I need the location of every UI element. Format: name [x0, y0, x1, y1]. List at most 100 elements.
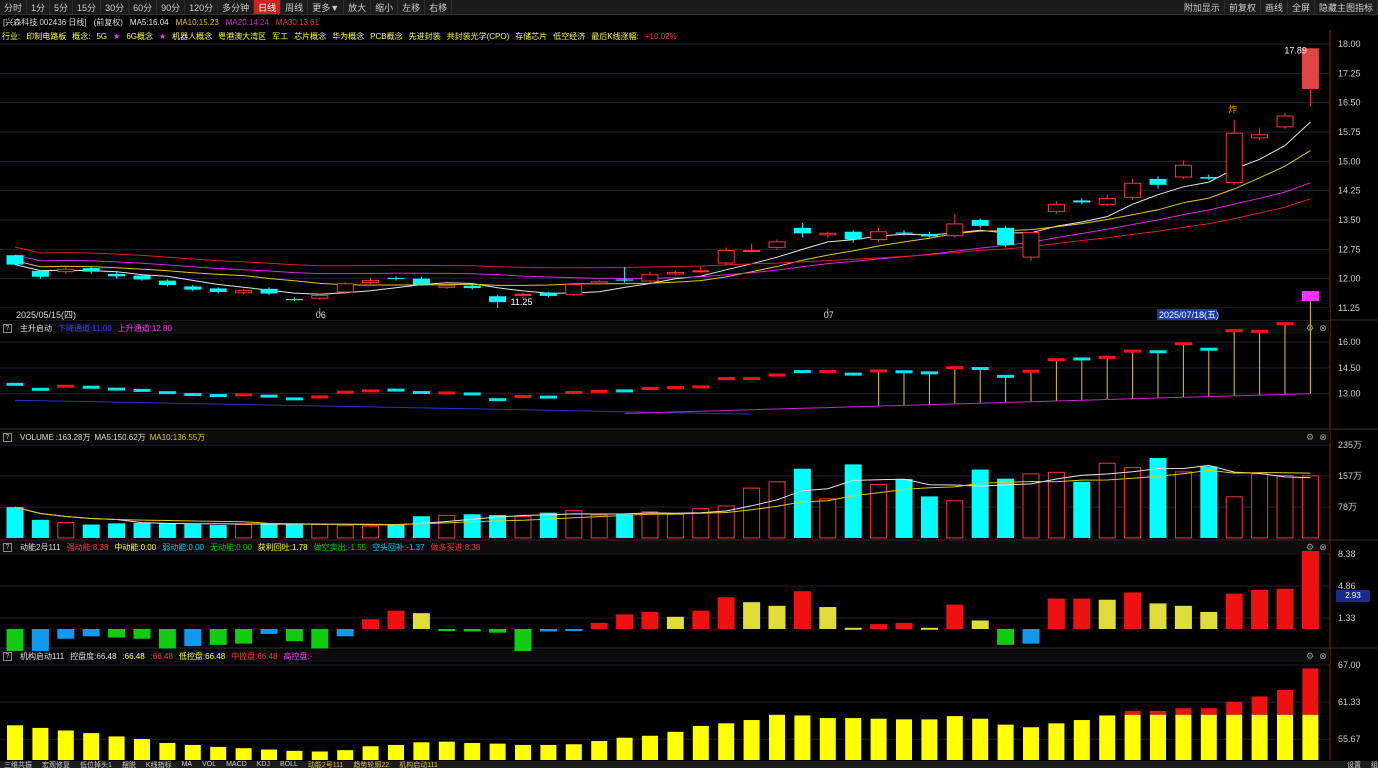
- jigou-bar[interactable]: [388, 744, 404, 760]
- jigou-high-bar[interactable]: [1302, 668, 1319, 715]
- dongneng-bar[interactable]: [311, 629, 329, 649]
- indicator-tab[interactable]: KDJ: [257, 761, 270, 768]
- dongneng-bar[interactable]: [666, 616, 684, 629]
- dongneng-bar[interactable]: [946, 604, 964, 629]
- jigou-bar[interactable]: [769, 714, 785, 760]
- candlestick[interactable]: [844, 230, 862, 243]
- dongneng-bar[interactable]: [793, 591, 811, 629]
- dongneng-bar[interactable]: [920, 627, 938, 630]
- volume-bar[interactable]: [743, 487, 761, 539]
- volume-bar[interactable]: [920, 496, 938, 538]
- candlestick[interactable]: [1124, 178, 1142, 200]
- candlestick[interactable]: [412, 276, 430, 286]
- indicator-tab[interactable]: BOLL: [280, 761, 298, 768]
- close-icon[interactable]: ⊗: [1318, 542, 1328, 552]
- indicator-tab[interactable]: 宏观修复: [42, 761, 70, 768]
- dongneng-bar[interactable]: [616, 614, 634, 629]
- candlestick[interactable]: [1073, 198, 1091, 205]
- volume-bar[interactable]: [184, 524, 202, 538]
- candlestick[interactable]: [1098, 194, 1116, 207]
- dongneng-bar[interactable]: [412, 613, 430, 629]
- volume-bar[interactable]: [539, 512, 557, 538]
- dongneng-bar[interactable]: [590, 622, 608, 629]
- dongneng-bar[interactable]: [717, 597, 735, 629]
- indicator-tab[interactable]: 低位掉头1: [80, 761, 112, 768]
- jigou-bar[interactable]: [337, 750, 354, 760]
- volume-bar[interactable]: [1251, 473, 1269, 539]
- jigou-bar[interactable]: [997, 724, 1014, 760]
- zhusheng-bar[interactable]: [1047, 358, 1065, 362]
- zhusheng-bar[interactable]: [1149, 350, 1167, 354]
- dongneng-bar[interactable]: [133, 629, 151, 639]
- close-icon[interactable]: ⊗: [1318, 432, 1328, 442]
- dongneng-bar[interactable]: [997, 629, 1015, 645]
- dongneng-bar[interactable]: [1200, 611, 1218, 629]
- volume-bar[interactable]: [844, 464, 862, 538]
- dongneng-bar[interactable]: [57, 629, 75, 639]
- jigou-high-bar[interactable]: [1200, 708, 1217, 715]
- jigou-bar[interactable]: [134, 739, 150, 760]
- zhusheng-bar[interactable]: [793, 370, 811, 374]
- volume-bar[interactable]: [336, 525, 354, 539]
- volume-bar[interactable]: [616, 514, 634, 538]
- dongneng-bar[interactable]: [336, 629, 354, 637]
- volume-bar[interactable]: [285, 523, 303, 538]
- zhusheng-bar[interactable]: [946, 366, 964, 370]
- candlestick[interactable]: [209, 287, 227, 294]
- dongneng-bar[interactable]: [514, 629, 532, 651]
- jigou-bar[interactable]: [83, 733, 100, 760]
- jigou-bar[interactable]: [515, 744, 531, 760]
- jigou-bar[interactable]: [1048, 723, 1065, 760]
- jigou-bar[interactable]: [794, 715, 811, 760]
- zhusheng-bar[interactable]: [1301, 291, 1319, 302]
- dongneng-bar[interactable]: [743, 602, 761, 629]
- close-icon[interactable]: ⊗: [1318, 651, 1328, 661]
- jigou-bar[interactable]: [311, 751, 328, 760]
- jigou-bar[interactable]: [1150, 714, 1166, 760]
- zhusheng-bar[interactable]: [362, 389, 380, 393]
- volume-bar[interactable]: [133, 522, 151, 538]
- indicator-tab[interactable]: 三维共振: [4, 761, 32, 768]
- jigou-bar[interactable]: [1200, 714, 1217, 760]
- volume-bar[interactable]: [997, 478, 1015, 538]
- candlestick[interactable]: [235, 288, 253, 295]
- jigou-bar[interactable]: [972, 718, 989, 760]
- jigou-high-bar[interactable]: [1277, 689, 1293, 715]
- volume-bar[interactable]: [971, 469, 989, 538]
- jigou-bar[interactable]: [1023, 727, 1039, 760]
- jigou-bar[interactable]: [235, 748, 252, 760]
- volume-bar[interactable]: [946, 500, 964, 539]
- indicator-tab[interactable]: MA: [182, 761, 193, 768]
- dongneng-bar[interactable]: [1225, 593, 1243, 629]
- volume-bar[interactable]: [1073, 481, 1091, 538]
- volume-bar[interactable]: [438, 514, 456, 539]
- candlestick[interactable]: [1225, 119, 1243, 185]
- jigou-bar[interactable]: [362, 746, 379, 760]
- volume-bar[interactable]: [1174, 471, 1192, 539]
- candlestick[interactable]: [641, 271, 659, 283]
- volume-bar[interactable]: [235, 524, 253, 539]
- jigou-high-bar[interactable]: [1175, 708, 1192, 715]
- dongneng-bar[interactable]: [1047, 598, 1065, 630]
- dongneng-bar[interactable]: [362, 619, 380, 629]
- candlestick[interactable]: [819, 231, 837, 238]
- jigou-high-bar[interactable]: [1124, 710, 1141, 715]
- candlestick[interactable]: [1149, 176, 1167, 189]
- jigou-bar[interactable]: [845, 718, 862, 760]
- settings-gear-icon[interactable]: ⚙: [1305, 323, 1315, 333]
- jigou-bar[interactable]: [896, 719, 912, 760]
- dongneng-bar[interactable]: [1276, 588, 1294, 629]
- zhusheng-bar[interactable]: [743, 377, 761, 381]
- jigou-bar[interactable]: [7, 725, 23, 760]
- dongneng-bar[interactable]: [819, 607, 837, 629]
- candlestick[interactable]: [1174, 160, 1192, 179]
- zhusheng-bar[interactable]: [844, 372, 862, 376]
- zhusheng-bar[interactable]: [57, 384, 75, 388]
- candlestick[interactable]: [997, 225, 1015, 248]
- indicator-tab[interactable]: 机构启动111: [399, 761, 438, 768]
- volume-bar[interactable]: [57, 522, 75, 539]
- jigou-bar[interactable]: [159, 742, 176, 760]
- volume-bar[interactable]: [1149, 458, 1167, 538]
- dongneng-bar[interactable]: [82, 629, 100, 637]
- volume-bar[interactable]: [895, 479, 913, 538]
